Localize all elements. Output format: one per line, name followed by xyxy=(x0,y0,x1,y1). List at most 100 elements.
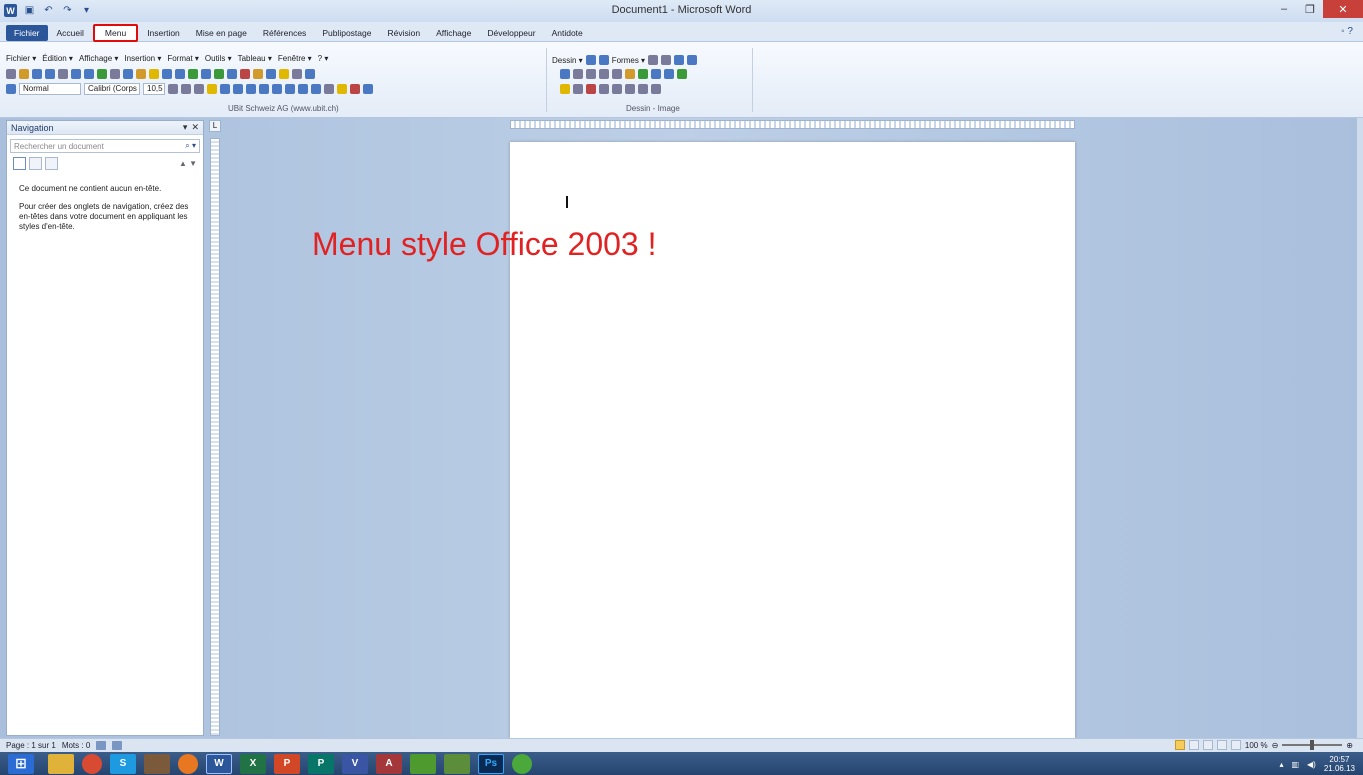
tab-insertion[interactable]: Insertion xyxy=(140,26,187,40)
insert-excel-icon[interactable] xyxy=(214,69,224,79)
close-button[interactable]: ✕ xyxy=(1323,0,1363,18)
pane-options-icon[interactable]: ▾ xyxy=(183,122,188,133)
page-count[interactable]: Page : 1 sur 1 xyxy=(6,741,56,750)
bullets-icon[interactable] xyxy=(285,84,295,94)
excel-icon[interactable]: X xyxy=(240,753,266,774)
file-explorer-icon[interactable] xyxy=(48,753,74,774)
line-color-icon[interactable] xyxy=(573,84,583,94)
vertical-scrollbar[interactable] xyxy=(1357,118,1363,738)
picture-icon[interactable] xyxy=(651,69,661,79)
menu-tableau[interactable]: Tableau ▾ xyxy=(238,54,272,63)
insert-image-icon[interactable] xyxy=(677,69,687,79)
app-icon[interactable] xyxy=(144,753,170,774)
tab-menu[interactable]: Menu xyxy=(92,24,139,42)
underline-icon[interactable] xyxy=(194,84,204,94)
fill-color-icon[interactable] xyxy=(560,84,570,94)
spelling-icon[interactable] xyxy=(84,69,94,79)
minimize-button[interactable]: – xyxy=(1271,0,1297,18)
new-document-icon[interactable] xyxy=(6,69,16,79)
drawing-menu[interactable]: Dessin ▾ xyxy=(552,56,583,65)
table-icon[interactable] xyxy=(201,69,211,79)
clock[interactable]: 20:57 21.06.13 xyxy=(1324,755,1355,773)
publisher-icon[interactable]: P xyxy=(308,753,334,774)
style-select[interactable]: Normal xyxy=(19,83,81,95)
utorrent-icon[interactable] xyxy=(512,753,532,774)
menu-fenetre[interactable]: Fenêtre ▾ xyxy=(278,54,312,63)
help-icon[interactable]: ◦ ? xyxy=(1341,26,1353,37)
full-screen-reading-icon[interactable] xyxy=(1188,740,1199,750)
redo-icon[interactable] xyxy=(175,69,185,79)
select-objects-icon[interactable] xyxy=(585,55,596,65)
hyperlink-icon[interactable] xyxy=(188,69,198,79)
search-icon[interactable]: ⌕ ▾ xyxy=(185,141,196,151)
line-icon[interactable] xyxy=(648,55,659,65)
textbox-icon[interactable] xyxy=(560,69,570,79)
character-scale-icon[interactable] xyxy=(363,84,373,94)
columns-icon[interactable] xyxy=(227,69,237,79)
menu-aide[interactable]: ? ▾ xyxy=(318,54,329,63)
tab-revision[interactable]: Révision xyxy=(380,26,427,40)
tab-developpeur[interactable]: Développeur xyxy=(480,26,542,40)
player-icon[interactable] xyxy=(178,753,198,774)
proofing-icon[interactable] xyxy=(96,741,107,750)
zoom-out-icon[interactable]: ⊖ xyxy=(1272,741,1279,750)
help-icon[interactable] xyxy=(305,69,315,79)
italic-icon[interactable] xyxy=(181,84,191,94)
increase-indent-icon[interactable] xyxy=(311,84,321,94)
open-icon[interactable] xyxy=(19,69,29,79)
tab-publipostage[interactable]: Publipostage xyxy=(315,26,378,40)
align-left-icon[interactable] xyxy=(207,84,217,94)
draft-icon[interactable] xyxy=(1230,740,1241,750)
format-painter-icon[interactable] xyxy=(149,69,159,79)
menu-affichage[interactable]: Affichage ▾ xyxy=(79,54,118,63)
tray-arrow-icon[interactable]: ▴ xyxy=(1279,760,1283,769)
print-preview-icon[interactable] xyxy=(71,69,81,79)
bold-icon[interactable] xyxy=(168,84,178,94)
border-icon[interactable] xyxy=(324,84,334,94)
macro-icon[interactable] xyxy=(112,741,123,750)
search-document-input[interactable]: Rechercher un document ⌕ ▾ xyxy=(10,139,200,153)
document-map-icon[interactable] xyxy=(266,69,276,79)
navigation-arrows-icon[interactable]: ▲ ▼ xyxy=(179,159,197,168)
oval-icon[interactable] xyxy=(687,55,698,65)
font-color-icon[interactable] xyxy=(350,84,360,94)
dash-style-icon[interactable] xyxy=(612,84,622,94)
3d-icon[interactable] xyxy=(651,84,661,94)
tab-references[interactable]: Références xyxy=(256,26,313,40)
zoom-slider[interactable] xyxy=(1282,740,1343,750)
copy-icon[interactable] xyxy=(123,69,133,79)
show-hide-icon[interactable] xyxy=(279,69,289,79)
tab-antidote[interactable]: Antidote xyxy=(545,26,590,40)
font-size-select[interactable]: 10,5 xyxy=(143,83,165,95)
research-icon[interactable] xyxy=(97,69,107,79)
font-color-icon[interactable] xyxy=(586,84,596,94)
headings-view-icon[interactable] xyxy=(13,157,26,170)
numbering-icon[interactable] xyxy=(272,84,282,94)
cut-icon[interactable] xyxy=(110,69,120,79)
horizontal-ruler[interactable] xyxy=(510,120,1075,129)
word-count[interactable]: Mots : 0 xyxy=(62,741,90,750)
start-icon[interactable]: ⊞ xyxy=(8,753,34,774)
maximize-button[interactable]: ❐ xyxy=(1297,0,1323,18)
web-layout-icon[interactable] xyxy=(1202,740,1213,750)
word-icon[interactable]: W xyxy=(206,753,232,774)
zoom-in-icon[interactable]: ⊕ xyxy=(1346,741,1353,750)
align-objects-icon[interactable] xyxy=(599,69,609,79)
align-right-icon[interactable] xyxy=(233,84,243,94)
distribute-icon[interactable] xyxy=(612,69,622,79)
paste-icon[interactable] xyxy=(136,69,146,79)
zoom-icon[interactable] xyxy=(292,69,302,79)
group-icon[interactable] xyxy=(573,69,583,79)
volume-icon[interactable]: ◀) xyxy=(1307,760,1316,769)
menu-edition[interactable]: Édition ▾ xyxy=(42,54,73,63)
ungroup-icon[interactable] xyxy=(586,69,596,79)
save-icon[interactable] xyxy=(32,69,42,79)
justify-icon[interactable] xyxy=(246,84,256,94)
arrow-icon[interactable] xyxy=(661,55,672,65)
notepad-icon[interactable] xyxy=(444,753,470,774)
tab-mise-en-page[interactable]: Mise en page xyxy=(189,26,254,40)
tab-affichage[interactable]: Affichage xyxy=(429,26,478,40)
shadow-icon[interactable] xyxy=(638,84,648,94)
skype-icon[interactable]: S xyxy=(110,753,136,774)
access-icon[interactable]: A xyxy=(376,753,402,774)
